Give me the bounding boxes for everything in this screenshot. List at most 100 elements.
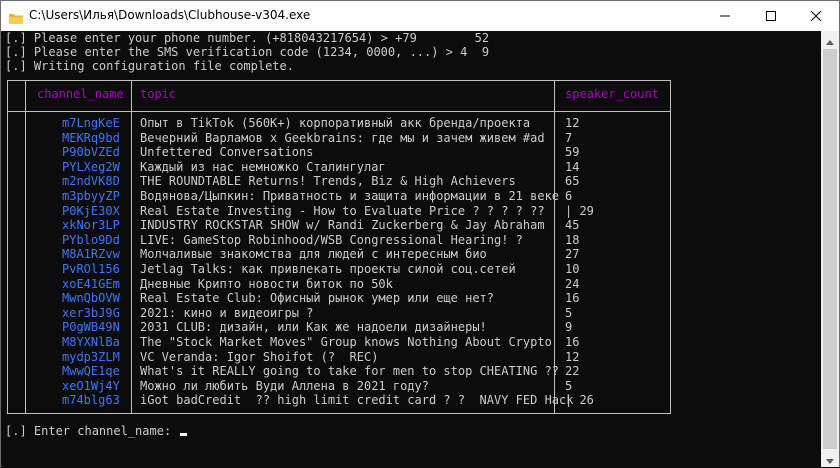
- topic-cell: THE ROUNDTABLE Returns! Trends, Biz & Hi…: [140, 174, 516, 189]
- scrollbar-thumb[interactable]: [823, 49, 837, 449]
- table-row: m3pbyyZP Водянова/Цыпкин: Приватность и з…: [7, 189, 671, 204]
- speaker-count-cell: 65: [565, 174, 580, 189]
- table-row: MwwQE1qe What's it REALLY going to take f…: [7, 364, 671, 379]
- table-row: xkNor3LP INDUSTRY ROCKSTAR SHOW w/ Randi …: [7, 218, 671, 233]
- channel-name-cell: m7LngKeE: [62, 116, 120, 130]
- console-line: [.] Please enter the SMS verification co…: [5, 45, 490, 59]
- speaker-count-cell: 45: [565, 218, 580, 233]
- topic-cell: Real Estate Investing - How to Evaluate …: [140, 203, 545, 218]
- topic-cell: Молчаливые знакомства для людей с интере…: [140, 247, 487, 262]
- table-row: M8A1RZvw Молчаливые знакомства для людей …: [7, 247, 671, 262]
- topic-cell: VC Veranda: Igor Shoifot (? REC): [140, 349, 379, 364]
- topic-cell: INDUSTRY ROCKSTAR SHOW w/ Randi Zuckerbe…: [140, 218, 545, 233]
- speaker-count-cell: 18: [565, 232, 580, 247]
- table-row: m2ndVK8D THE ROUNDTABLE Returns! Trends, …: [7, 174, 671, 189]
- header-speaker-count: speaker_count: [565, 87, 659, 101]
- speaker-count-cell: 16: [565, 335, 580, 349]
- topic-cell: 2031 CLUB: дизайн, или Как же надоели ди…: [140, 320, 487, 335]
- topic-cell: The "Stock Market Moves" Group knows Not…: [140, 335, 552, 349]
- scroll-up-button[interactable]: [821, 31, 839, 48]
- table-border-top: [7, 80, 671, 81]
- maximize-button[interactable]: [748, 1, 794, 31]
- table-row: PvROl156 Jetlag Talks: как привлекать про…: [7, 262, 671, 277]
- topic-cell: iGot badCredit ?? high limit credit card…: [140, 393, 574, 408]
- topic-cell: Unfettered Conversations: [140, 145, 314, 160]
- channel-name-cell: P90bVZEd: [62, 145, 120, 160]
- topic-cell: Дневные Крипто новости биток по 50k: [140, 276, 393, 291]
- table-row: MEKRq9bd Вечерний Варламов x Geekbrains: …: [7, 131, 671, 146]
- table-row: MwnQbOVW Real Estate Club: Офисный рынок …: [7, 291, 671, 306]
- header-topic: topic: [140, 87, 177, 101]
- channel-name-cell: M8A1RZvw: [62, 247, 120, 262]
- maximize-icon: [766, 11, 776, 21]
- table-row: P0KjE30X Real Estate Investing - How to E…: [7, 204, 671, 219]
- channel-name-cell: P0KjE30X: [62, 203, 120, 218]
- channel-name-cell: PYLXeg2W: [62, 159, 120, 174]
- channel-name-cell: m3pbyyZP: [62, 189, 120, 203]
- table-row: PYblo9Dd LIVE: GameStop Robinhood/WSB Con…: [7, 233, 671, 248]
- header-channel-name: channel_name: [37, 87, 124, 101]
- vertical-scrollbar[interactable]: [821, 31, 839, 467]
- table-row: m74blg63 iGot badCredit ?? high limit cre…: [7, 393, 671, 408]
- channel-name-cell: xkNor3LP: [62, 218, 120, 233]
- table-row: M8YXNlBa The "Stock Market Moves" Group k…: [7, 335, 671, 350]
- channel-name-cell: MwwQE1qe: [62, 364, 120, 379]
- table-row: PYLXeg2W Каждый из нас немножко Сталингул…: [7, 160, 671, 175]
- prompt-text: [.] Enter channel_name:: [5, 424, 179, 438]
- close-icon: [811, 11, 821, 21]
- channel-name-cell: m2ndVK8D: [62, 174, 120, 189]
- speaker-count-cell: | 26: [565, 393, 594, 408]
- channel-table: channel_name topic speaker_count m7LngKe…: [7, 80, 671, 414]
- channel-name-cell: MEKRq9bd: [62, 130, 120, 145]
- topic-cell: Real Estate Club: Офисный рынок умер или…: [140, 291, 495, 306]
- title-bar[interactable]: C:\Users\Илья\Downloads\Clubhouse-v304.e…: [1, 1, 839, 31]
- text-cursor: [180, 433, 188, 436]
- speaker-count-cell: | 29: [565, 203, 594, 218]
- table-row: m7LngKeE Опыт в TikTok (560K+) корпоратив…: [7, 116, 671, 131]
- topic-cell: LIVE: GameStop Robinhood/WSB Congression…: [140, 232, 523, 247]
- speaker-count-cell: 24: [565, 276, 580, 291]
- console-line: [.] Writing configuration file complete.: [5, 59, 294, 73]
- channel-name-cell: PYblo9Dd: [62, 232, 120, 247]
- topic-cell: Каждый из нас немножко Сталингулаг: [140, 159, 386, 174]
- topic-cell: Водянова/Цыпкин: Приватность и защита ин…: [140, 189, 560, 203]
- topic-cell: Опыт в TikTok (560K+) корпоративный акк …: [140, 116, 531, 130]
- speaker-count-cell: 14: [565, 159, 580, 174]
- console-line: [.] Please enter your phone number. (+81…: [5, 31, 490, 45]
- topic-cell: What's it REALLY going to take for men t…: [140, 364, 560, 379]
- speaker-count-cell: 16: [565, 291, 580, 306]
- topic-cell: Вечерний Варламов x Geekbrains: где мы и…: [140, 130, 545, 145]
- input-prompt[interactable]: [.] Enter channel_name:: [5, 424, 188, 438]
- channel-name-cell: xeO1Wj4Y: [62, 378, 120, 393]
- channel-name-cell: P0gWB49N: [62, 320, 120, 335]
- console-output[interactable]: [.] Please enter your phone number. (+81…: [2, 31, 821, 467]
- topic-cell: Можно ли любить Вуди Аллена в 2021 году?: [140, 378, 429, 393]
- channel-name-cell: m74blg63: [62, 393, 120, 408]
- minimize-icon: [720, 11, 730, 21]
- minimize-button[interactable]: [702, 1, 748, 31]
- topic-cell: Jetlag Talks: как привлекать проекты сил…: [140, 262, 516, 276]
- speaker-count-cell: 7: [565, 130, 573, 145]
- table-row: P90bVZEd Unfettered Conversations 59: [7, 145, 671, 160]
- console-window: C:\Users\Илья\Downloads\Clubhouse-v304.e…: [0, 0, 840, 467]
- chevron-down-icon: [826, 449, 834, 468]
- channel-name-cell: MwnQbOVW: [62, 291, 120, 306]
- channel-name-cell: xoE41GEm: [62, 276, 120, 291]
- topic-cell: 2021: кино и видеоигры ?: [140, 305, 314, 320]
- speaker-count-cell: 12: [565, 349, 580, 364]
- speaker-count-cell: 10: [565, 262, 580, 276]
- speaker-count-cell: 5: [565, 378, 573, 393]
- close-button[interactable]: [793, 1, 839, 31]
- speaker-count-cell: 12: [565, 116, 580, 130]
- speaker-count-cell: 59: [565, 145, 580, 160]
- speaker-count-cell: 27: [565, 247, 580, 262]
- speaker-count-cell: 9: [565, 320, 573, 335]
- table-row: xer3bJ9G 2021: кино и видеоигры ? 5: [7, 306, 671, 321]
- channel-name-cell: M8YXNlBa: [62, 335, 120, 349]
- scroll-down-button[interactable]: [821, 450, 839, 467]
- channel-name-cell: PvROl156: [62, 262, 120, 276]
- speaker-count-cell: 5: [565, 305, 573, 320]
- table-row: xoE41GEm Дневные Крипто новости биток по …: [7, 277, 671, 292]
- folder-icon: [9, 9, 23, 24]
- table-row: P0gWB49N 2031 CLUB: дизайн, или Как же на…: [7, 320, 671, 335]
